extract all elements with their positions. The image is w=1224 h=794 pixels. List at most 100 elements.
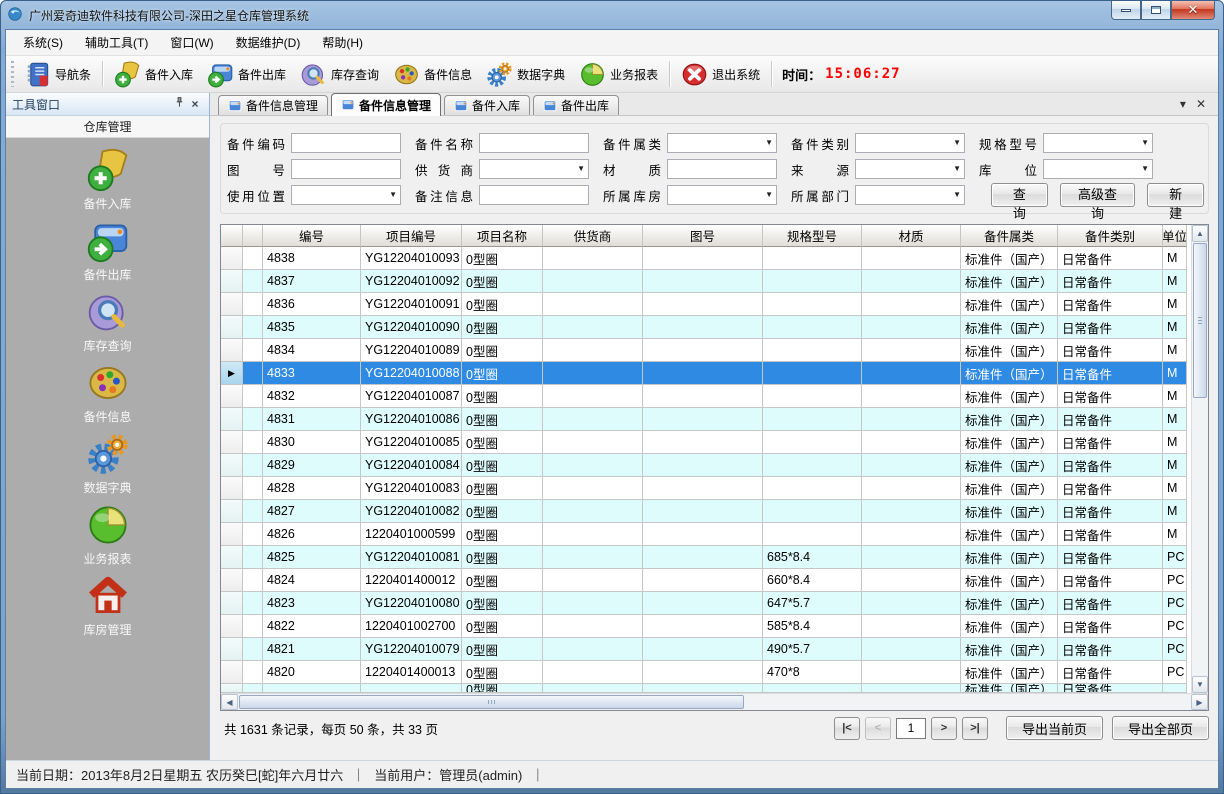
maximize-button[interactable] — [1141, 1, 1171, 20]
input-search-field[interactable] — [291, 133, 401, 153]
table-row[interactable]: 4831YG122040100860型圈标准件（国产）日常备件M — [221, 408, 1191, 431]
column-header[interactable]: 项目编号 — [361, 225, 462, 247]
table-row[interactable]: 482212204010027000型圈585*8.4标准件（国产）日常备件PC — [221, 615, 1191, 638]
sidebar-item-report[interactable]: 业务报表 — [6, 499, 209, 570]
combo-search-field[interactable] — [667, 185, 777, 205]
table-row[interactable]: 4825YG122040100810型圈685*8.4标准件（国产）日常备件PC — [221, 546, 1191, 569]
horizontal-scrollbar[interactable]: ◀ ▶ — [221, 693, 1208, 710]
table-row[interactable]: 4835YG122040100900型圈标准件（国产）日常备件M — [221, 316, 1191, 339]
combo-search-field[interactable] — [855, 185, 965, 205]
toolbar-button-parts-outbound[interactable]: 备件出库 — [200, 58, 293, 91]
column-header[interactable]: 规格型号 — [763, 225, 862, 247]
menu-item[interactable]: 帮助(H) — [311, 30, 374, 55]
sidebar-item-stock-query[interactable]: 库存查询 — [6, 286, 209, 357]
input-search-field[interactable] — [479, 185, 589, 205]
tab-2[interactable]: 备件入库 — [444, 95, 530, 115]
sidebar-item-parts-info[interactable]: 备件信息 — [6, 357, 209, 428]
table-row[interactable]: 4837YG122040100920型圈标准件（国产）日常备件M — [221, 270, 1191, 293]
column-header[interactable]: 图号 — [643, 225, 763, 247]
first-page-button[interactable]: |< — [834, 717, 860, 740]
column-header[interactable]: 项目名称 — [462, 225, 543, 247]
table-row[interactable]: 4827YG122040100820型圈标准件（国产）日常备件M — [221, 500, 1191, 523]
input-search-field[interactable] — [291, 159, 401, 179]
scroll-left-icon[interactable]: ◀ — [221, 694, 238, 710]
column-header[interactable]: 编号 — [263, 225, 361, 247]
table-row[interactable]: 4834YG122040100890型圈标准件（国产）日常备件M — [221, 339, 1191, 362]
toolbar-button-report[interactable]: 业务报表 — [572, 58, 665, 91]
table-row[interactable]: 4823YG122040100800型圈647*5.7标准件（国产）日常备件PC — [221, 592, 1191, 615]
vertical-scrollbar[interactable]: ▲ ▼ — [1191, 225, 1208, 693]
export-current-page-button[interactable]: 导出当前页 — [1006, 716, 1103, 740]
combo-search-field[interactable] — [855, 159, 965, 179]
table-cell: 4827 — [263, 500, 361, 523]
menu-item[interactable]: 系统(S) — [12, 30, 74, 55]
table-row[interactable]: 482412204014000120型圈660*8.4标准件（国产）日常备件PC — [221, 569, 1191, 592]
table-row[interactable]: 4829YG122040100840型圈标准件（国产）日常备件M — [221, 454, 1191, 477]
combo-search-field[interactable] — [1043, 133, 1153, 153]
table-row[interactable]: 4832YG122040100870型圈标准件（国产）日常备件M — [221, 385, 1191, 408]
table-row[interactable]: 482612204010005990型圈标准件（国产）日常备件M — [221, 523, 1191, 546]
column-header-blank[interactable] — [221, 225, 243, 247]
table-row[interactable]: 482012204014000130型圈470*8标准件（国产）日常备件PC — [221, 661, 1191, 684]
table-cell — [543, 408, 643, 431]
tab-0[interactable]: 备件信息管理 — [218, 95, 328, 115]
column-header[interactable]: 备件类别 — [1058, 225, 1163, 247]
sidebar-item-warehouse[interactable]: 库房管理 — [6, 570, 209, 641]
toolbar-button-stock-query[interactable]: 库存查询 — [293, 58, 386, 91]
column-header[interactable]: 供货商 — [543, 225, 643, 247]
advanced-query-button[interactable]: 高级查询 — [1060, 183, 1136, 207]
table-row[interactable]: 4838YG122040100930型圈标准件（国产）日常备件M — [221, 247, 1191, 270]
combo-search-field[interactable] — [479, 159, 589, 179]
table-row[interactable]: 4836YG122040100910型圈标准件（国产）日常备件M — [221, 293, 1191, 316]
column-header-blank[interactable] — [243, 225, 263, 247]
menu-item[interactable]: 窗口(W) — [159, 30, 224, 55]
scroll-down-icon[interactable]: ▼ — [1192, 676, 1208, 693]
tab-3[interactable]: 备件出库 — [533, 95, 619, 115]
column-header[interactable]: 单位 — [1163, 225, 1187, 247]
query-button[interactable]: 查询 — [991, 183, 1048, 207]
table-row[interactable]: 4821YG122040100790型圈490*5.7标准件（国产）日常备件PC — [221, 638, 1191, 661]
table-row[interactable]: ▶4833YG122040100880型圈标准件（国产）日常备件M — [221, 362, 1191, 385]
column-header[interactable]: 备件属类 — [961, 225, 1058, 247]
table-row[interactable]: 4830YG122040100850型圈标准件（国产）日常备件M — [221, 431, 1191, 454]
prev-page-button[interactable]: < — [865, 717, 891, 740]
combo-search-field[interactable] — [667, 133, 777, 153]
scroll-up-icon[interactable]: ▲ — [1192, 225, 1208, 242]
tab-1[interactable]: 备件信息管理 — [331, 93, 441, 116]
combo-search-field[interactable] — [855, 133, 965, 153]
toolbar-button-exit[interactable]: 退出系统 — [674, 58, 767, 91]
scroll-right-icon[interactable]: ▶ — [1191, 694, 1208, 710]
sidebar-item-parts-inbound[interactable]: 备件入库 — [6, 144, 209, 215]
export-all-pages-button[interactable]: 导出全部页 — [1112, 716, 1209, 740]
minimize-button[interactable] — [1111, 1, 1141, 20]
vertical-scroll-thumb[interactable] — [1193, 243, 1207, 398]
page-number-input[interactable] — [896, 718, 926, 739]
combo-search-field[interactable] — [291, 185, 401, 205]
input-search-field[interactable] — [667, 159, 777, 179]
toolbar-grip[interactable] — [11, 61, 14, 87]
close-button[interactable]: ✕ — [1171, 1, 1215, 20]
table-row[interactable]: 4828YG122040100830型圈标准件（国产）日常备件M — [221, 477, 1191, 500]
table-row[interactable]: 0型圈标准件（国产）日常备件 — [221, 684, 1191, 693]
new-button[interactable]: 新建 — [1147, 183, 1204, 207]
table-cell: 0型圈 — [462, 247, 543, 270]
input-search-field[interactable] — [479, 133, 589, 153]
menu-item[interactable]: 辅助工具(T) — [74, 30, 159, 55]
sidebar-close-icon[interactable]: × — [187, 97, 203, 111]
tab-close-icon[interactable]: ✕ — [1196, 97, 1206, 111]
sidebar-item-parts-outbound[interactable]: 备件出库 — [6, 215, 209, 286]
tab-list-dropdown-icon[interactable]: ▾ — [1180, 97, 1186, 111]
sidebar-item-data-dict[interactable]: 数据字典 — [6, 428, 209, 499]
toolbar-button-data-dict[interactable]: 数据字典 — [479, 58, 572, 91]
pin-icon[interactable] — [171, 97, 187, 111]
toolbar-button-parts-inbound[interactable]: 备件入库 — [107, 58, 200, 91]
last-page-button[interactable]: >| — [962, 717, 988, 740]
next-page-button[interactable]: > — [931, 717, 957, 740]
toolbar-button-navigator-book[interactable]: 导航条 — [17, 58, 98, 91]
table-cell: YG12204010085 — [361, 431, 462, 454]
column-header[interactable]: 材质 — [862, 225, 961, 247]
combo-search-field[interactable] — [1043, 159, 1153, 179]
horizontal-scroll-thumb[interactable] — [239, 695, 744, 709]
menu-item[interactable]: 数据维护(D) — [225, 30, 312, 55]
toolbar-button-parts-info[interactable]: 备件信息 — [386, 58, 479, 91]
